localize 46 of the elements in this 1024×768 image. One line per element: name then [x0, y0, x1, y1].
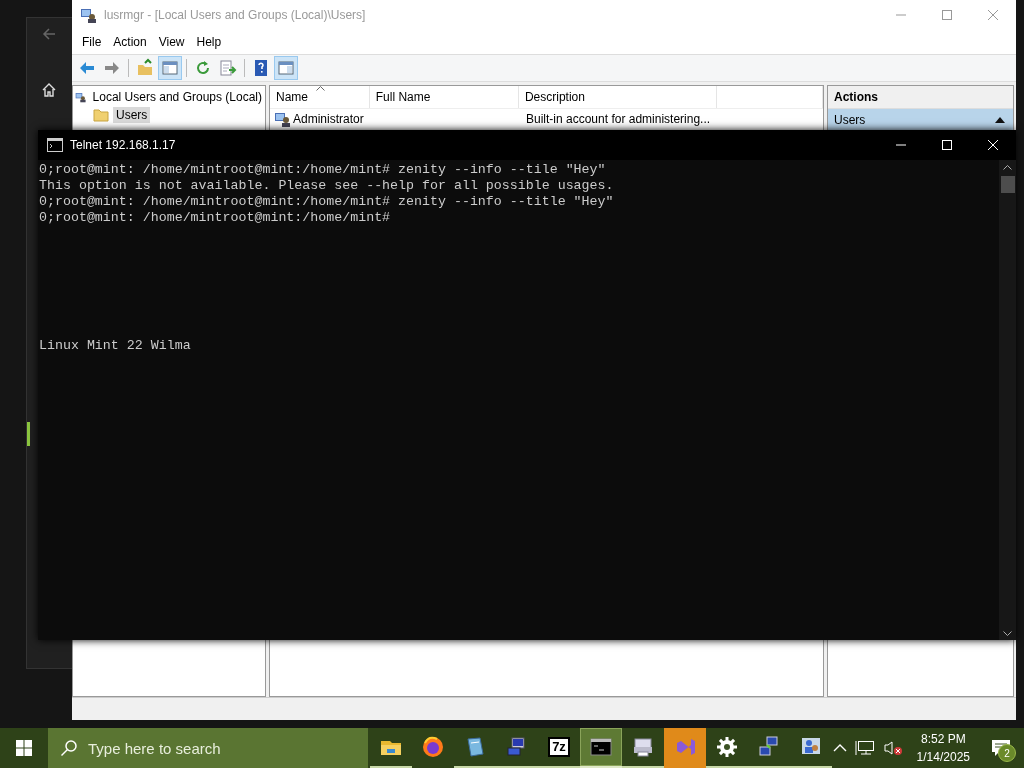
scroll-up-icon[interactable]: [1003, 165, 1012, 170]
menu-item[interactable]: File: [76, 35, 108, 49]
console-icon: [47, 138, 63, 152]
action-pane-button[interactable]: [274, 56, 298, 80]
actions-section-header[interactable]: Users: [828, 109, 1013, 131]
scroll-down-icon[interactable]: [1003, 631, 1012, 636]
printer-icon: [631, 735, 655, 759]
notification-count: 2: [998, 744, 1016, 762]
back-arrow-icon[interactable]: [41, 26, 57, 42]
menu-item[interactable]: View: [152, 35, 191, 49]
computer-users-icon: [80, 7, 96, 23]
search-icon: [60, 739, 78, 757]
table-cell: Built-in account for administering...: [526, 112, 711, 126]
menu-item[interactable]: Help: [190, 35, 228, 49]
column-header[interactable]: Full Name: [369, 86, 519, 108]
column-header[interactable]: Name: [270, 86, 370, 108]
console-line: Linux Mint 22 Wilma: [39, 338, 191, 354]
scrollbar-thumb[interactable]: [1000, 176, 1015, 193]
actions-heading: Actions: [828, 86, 1013, 109]
network-icon[interactable]: [854, 740, 875, 756]
console-line: 0;root@mint: /home/mintroot@mint:/home/mint# zenity --info --title "Hey": [39, 194, 614, 210]
scrollbar[interactable]: [999, 160, 1016, 640]
folder-icon: [93, 107, 109, 123]
tree-item[interactable]: Users: [113, 107, 151, 123]
console-line: 0;root@mint: /home/mintroot@mint:/home/mint#: [39, 210, 391, 226]
clock[interactable]: 8:52 PM 1/14/2025: [910, 730, 976, 766]
window-title: lusrmgr - [Local Users and Groups (Local)\Users]: [104, 8, 367, 22]
console-line: This option is not available. Please see --help for all possible usages.: [39, 178, 614, 194]
table-cell: Administrator: [293, 112, 364, 126]
settings-icon: [715, 735, 739, 759]
console-line: 0;root@mint: /home/mintroot@mint:/home/mint# zenity --info --tile "Hey": [39, 162, 606, 178]
window-title: Telnet 192.168.1.17: [70, 138, 177, 152]
selection-indicator: [27, 422, 30, 446]
column-header[interactable]: Description: [518, 86, 718, 108]
menu-item[interactable]: Action: [107, 35, 153, 49]
network-icon: [757, 735, 781, 759]
chevron-up-icon[interactable]: [832, 744, 847, 752]
search-field[interactable]: Type here to search: [48, 728, 368, 768]
volume-icon[interactable]: [882, 740, 903, 756]
firefox-icon: [421, 735, 445, 759]
tree-item[interactable]: Local Users and Groups (Local): [89, 89, 265, 105]
user-icon: [274, 111, 290, 127]
collapse-icon[interactable]: [995, 117, 1005, 123]
home-icon[interactable]: [41, 82, 57, 98]
console-icon: [589, 735, 613, 759]
tree-pane-button[interactable]: [158, 56, 182, 80]
